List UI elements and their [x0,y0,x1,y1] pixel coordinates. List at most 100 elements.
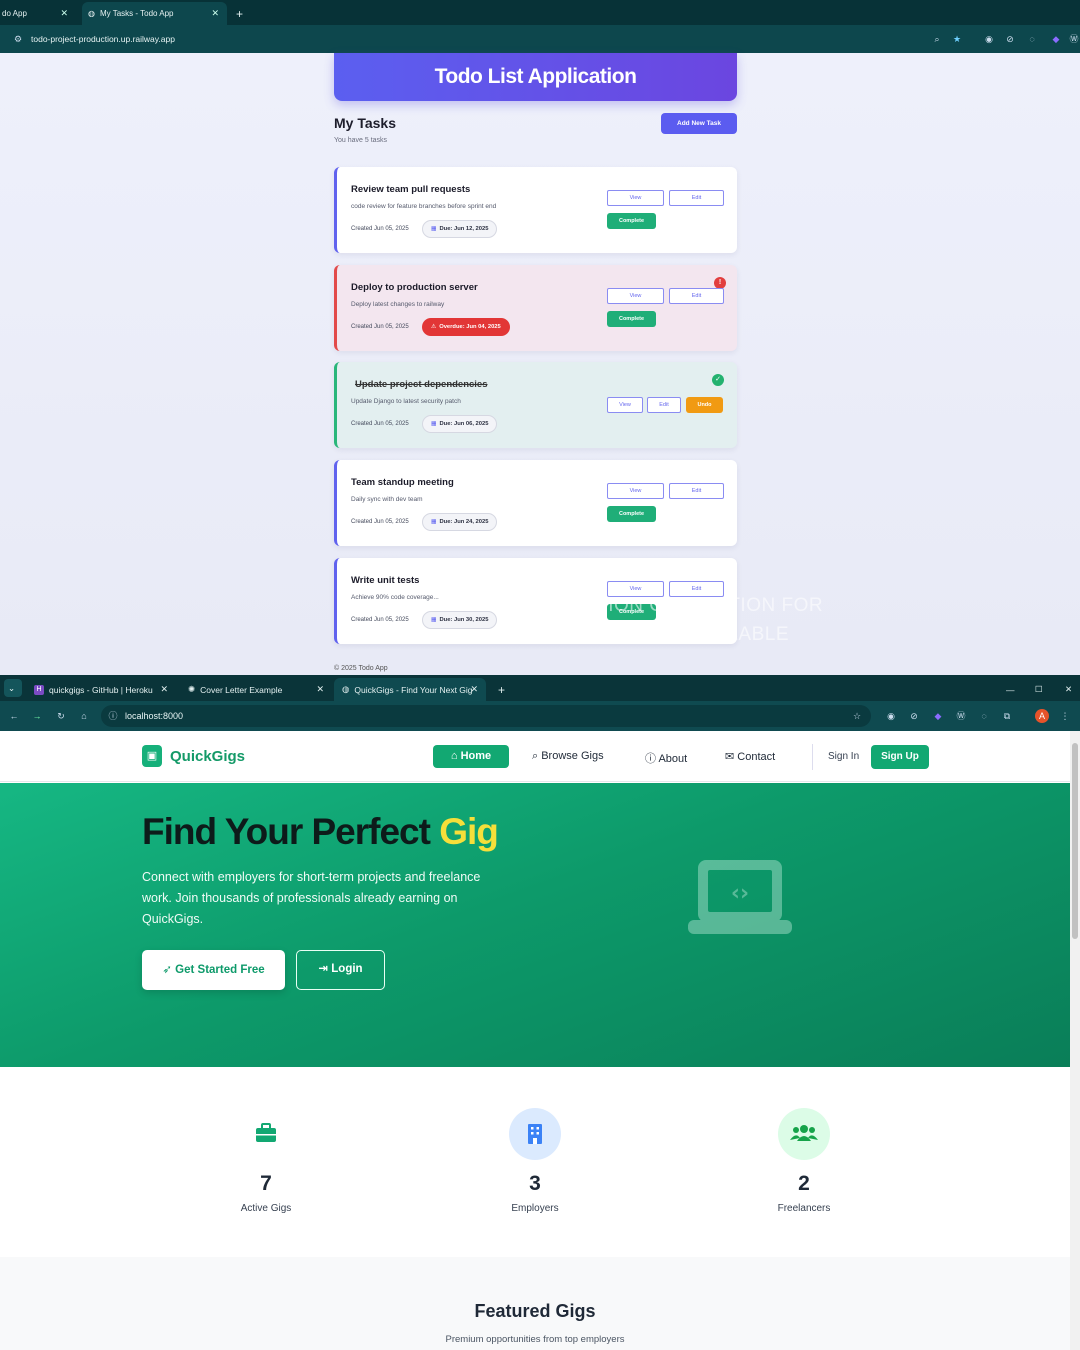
site-settings-icon[interactable]: ⚙ [12,33,24,45]
extension-icon[interactable]: ◉ [885,710,897,722]
due-badge: ▦ Due: Jun 24, 2025 [422,513,498,531]
briefcase-logo-icon: ▣ [142,745,162,767]
avatar[interactable]: A [1035,709,1049,723]
extension-icon[interactable]: ◆ [932,710,944,722]
openai-icon: ✺ [188,684,196,694]
url-text[interactable]: todo-project-production.up.railway.app [31,34,175,44]
get-started-button[interactable]: ➶ Get Started Free [142,950,285,990]
star-icon[interactable]: ☆ [851,710,863,722]
extension-icon[interactable]: ◌ [1026,33,1038,45]
brand-name[interactable]: QuickGigs [170,748,245,765]
close-icon[interactable]: ✕ [160,684,168,695]
complete-button[interactable]: Complete [607,213,656,229]
sign-in-icon: ⇥ [318,963,332,975]
task-title: Write unit tests [351,575,420,586]
view-button[interactable]: View [607,483,664,499]
due-text: Due: Jun 06, 2025 [439,421,489,427]
stat-value: 3 [529,1172,541,1195]
sign-up-button[interactable]: Sign Up [871,745,929,769]
task-card: Team standup meeting Daily sync with dev… [334,460,737,546]
laptop-code-icon: ‹› [688,860,792,934]
page-header: Todo List Application [334,53,737,101]
close-window-icon[interactable]: ✕ [1057,678,1072,701]
task-card: Deploy to production server Deploy lates… [334,265,737,351]
nav-about[interactable]: ⓘ About [645,750,687,766]
sign-in-link[interactable]: Sign In [828,751,859,762]
due-text: Due: Jun 24, 2025 [439,519,489,525]
hero-subtitle: Connect with employers for short-term pr… [142,870,481,926]
extension-icon[interactable]: ◉ [983,33,995,45]
nav-contact[interactable]: ✉ Contact [725,750,775,763]
close-icon[interactable]: ✕ [211,8,219,19]
view-button[interactable]: View [607,288,664,304]
complete-button[interactable]: Complete [607,311,656,327]
stat-label: Employers [511,1203,559,1214]
edit-button[interactable]: Edit [669,483,724,499]
maximize-icon[interactable]: ☐ [1027,678,1043,701]
new-tab-button[interactable]: + [230,2,246,25]
task-title: Update project dependencies [355,379,488,390]
task-created: Created Jun 05, 2025 [351,617,409,623]
login-button[interactable]: ⇥ Login [296,950,385,990]
close-icon[interactable]: ✕ [60,8,68,19]
tab-bar: do App ✕ ◍ My Tasks - Todo App ✕ + [0,0,1080,25]
task-title: Team standup meeting [351,477,454,488]
extension-icon[interactable]: ⊘ [1004,33,1016,45]
extension-icon[interactable]: ⊘ [908,710,920,722]
more-menu-icon[interactable]: ⋮ [1059,710,1071,722]
edit-button[interactable]: Edit [647,397,681,413]
nav-label: Home [460,750,492,762]
chevron-down-icon: ⌄ [8,682,16,693]
task-description: Achieve 90% code coverage... [351,594,439,601]
envelope-icon: ✉ [725,751,738,763]
extension-icon[interactable]: ◌ [978,710,990,722]
due-text: Overdue: Jun 04, 2025 [439,324,501,330]
task-created: Created Jun 05, 2025 [351,324,409,330]
button-label: Login [331,963,363,975]
extension-icon[interactable]: Ⓦ [1068,33,1080,45]
extension-icon[interactable]: ◆ [1050,33,1062,45]
add-task-button[interactable]: Add New Task [661,113,737,134]
extension-icon[interactable]: Ⓦ [955,710,967,722]
close-icon[interactable]: ✕ [470,684,478,695]
puzzle-icon[interactable]: ⧉ [1001,710,1013,722]
view-button[interactable]: View [607,397,643,413]
zoom-icon[interactable]: ⌕ [931,33,943,45]
scrollbar[interactable] [1070,731,1080,1350]
url-text[interactable]: localhost:8000 [125,711,183,721]
stats-section: 7 Active Gigs 3 Employers 2 Freelancers [0,1067,1070,1257]
reload-icon[interactable]: ↻ [55,710,67,722]
omnibox[interactable]: ⓘ localhost:8000 ☆ [101,705,871,727]
tab-search-button[interactable]: ⌄ [4,679,22,697]
tab-todo-app[interactable]: do App ✕ [0,2,76,25]
close-icon[interactable]: ✕ [316,684,324,695]
tab-quickgigs[interactable]: ◍ QuickGigs - Find Your Next Gig ✕ [334,678,486,701]
edit-button[interactable]: Edit [669,288,724,304]
overlay-banner-text: NEW FASHION COLLECTION FOR THIS FALL IS … [505,591,823,649]
hero-section: Find Your Perfect Gig Connect with emplo… [0,783,1070,1067]
view-button[interactable]: View [607,190,664,206]
tab-heroku[interactable]: H quickgigs - GitHub | Heroku ✕ [26,678,176,701]
nav-browse-gigs[interactable]: ⌕ Browse Gigs [532,750,604,763]
complete-button[interactable]: Complete [607,506,656,522]
nav-home[interactable]: ⌂ Home [433,745,509,768]
tab-cover-letter[interactable]: ✺ Cover Letter Example ✕ [180,678,332,701]
new-tab-button[interactable]: + [490,678,506,701]
back-icon[interactable]: ← [8,710,20,722]
scrollbar-thumb[interactable] [1072,743,1078,939]
minimize-icon[interactable]: — [998,678,1015,701]
star-icon[interactable]: ★ [951,33,963,45]
task-description: Daily sync with dev team [351,496,423,503]
home-icon[interactable]: ⌂ [78,710,90,722]
forward-icon[interactable]: → [31,710,43,722]
calendar-icon: ▦ [431,421,437,427]
overlay-line: NEW FASHION COLLECTION FOR [505,595,824,616]
rocket-icon: ➶ [162,964,176,976]
task-title: Deploy to production server [351,282,478,293]
edit-button[interactable]: Edit [669,190,724,206]
tab-title: do App [2,9,27,18]
stat-value: 2 [798,1172,810,1195]
undo-button[interactable]: Undo [686,397,723,413]
tab-my-tasks[interactable]: ◍ My Tasks - Todo App ✕ [82,2,227,25]
task-card: Review team pull requests code review fo… [334,167,737,253]
